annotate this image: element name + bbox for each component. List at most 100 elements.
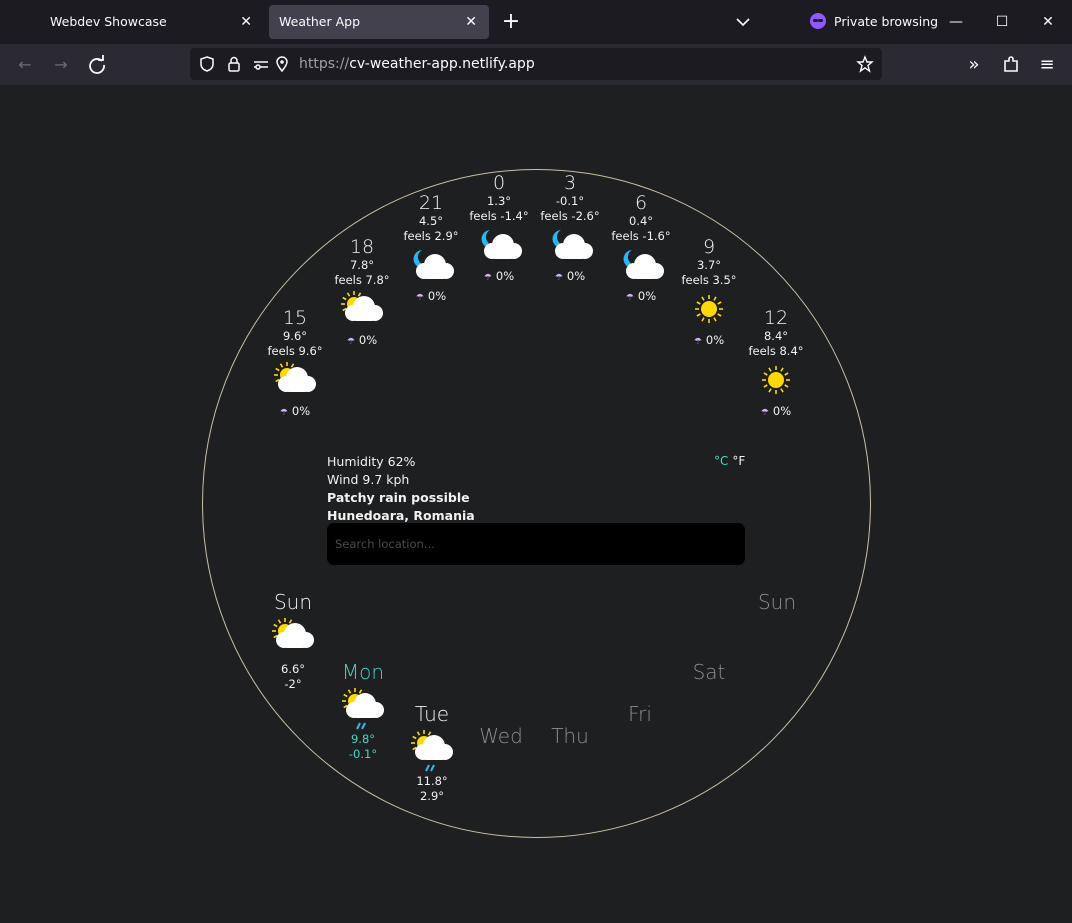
bookmark-star-icon[interactable] [856,55,874,73]
extensions-icon[interactable] [998,52,1024,78]
url-text[interactable]: https://cv-weather-app.netlify.app [299,48,535,80]
umbrella-icon: ☂ [415,293,424,303]
hour-temp: 8.4° [763,329,789,343]
day-item-thu-4[interactable]: Thu [530,724,610,748]
close-tab-icon[interactable]: ✕ [240,5,252,39]
hourly-item-0: 0 1.3° feels -1.4° ☂ 0% [459,172,539,283]
lock-icon[interactable] [225,55,243,73]
rain-chance: ☂ 0% [279,404,311,418]
day-item-mon-1[interactable]: Mon 9.8° -0.1° [323,660,403,762]
hour-temp: 0.4° [628,214,654,228]
partly-cloudy-night-icon [408,247,454,283]
current-conditions: Humidity 62% Wind 9.7 kph Patchy rain po… [327,453,475,525]
hour-label: 12 [763,307,789,329]
tab-title: Weather App [279,14,361,29]
hour-feels-like: feels -2.6° [540,209,600,223]
forward-button[interactable]: → [48,52,74,78]
day-item-sun-7[interactable]: Sun [737,590,817,614]
rain-chance: ☂ 0% [346,333,378,347]
private-browsing-indicator: Private browsing [810,13,938,29]
day-label: Sun [757,590,797,614]
hour-feels-like: feels -1.4° [469,209,529,223]
umbrella-icon: ☂ [693,337,702,347]
hour-feels-like: feels 7.8° [334,273,390,287]
back-button[interactable]: ← [12,52,38,78]
day-item-fri-5[interactable]: Fri [600,702,680,726]
condition-text: Patchy rain possible [327,490,470,505]
unit-toggle: °C °F [714,454,745,468]
new-tab-button[interactable]: + [498,5,524,39]
sun-icon [686,291,732,327]
tab-weather-app[interactable]: Weather App ✕ [269,5,489,39]
hour-temp: 7.8° [349,258,375,272]
hour-feels-like: feels 3.5° [681,273,737,287]
tab-webdev-showcase[interactable]: Webdev Showcase ✕ [40,5,264,39]
chevron-down-icon[interactable] [733,12,753,32]
day-label: Wed [479,724,523,748]
sun-icon [753,362,799,398]
humidity-text: Humidity 62% [327,454,416,469]
partly-cloudy-rain-icon [409,730,455,774]
tab-bar: Webdev Showcase ✕ Weather App ✕ + Privat… [0,0,1072,44]
address-bar[interactable]: https://cv-weather-app.netlify.app [190,48,882,80]
day-item-tue-2[interactable]: Tue 11.8° 2.9° [392,702,472,804]
private-browsing-label: Private browsing [834,13,939,29]
overflow-chevrons-icon[interactable]: » [961,52,987,78]
rain-chance: ☂ 0% [760,404,792,418]
umbrella-icon: ☂ [554,273,563,283]
hour-label: 18 [349,236,375,258]
minimize-button[interactable]: — [944,10,968,34]
umbrella-icon: ☂ [279,408,288,418]
hour-feels-like: feels 8.4° [748,344,804,358]
partly-cloudy-rain-icon [340,688,386,732]
menu-icon[interactable]: ≡ [1034,52,1060,78]
search-input[interactable] [327,523,745,565]
day-item-sat-6[interactable]: Sat [669,660,749,684]
weather-app: 15 9.6° feels 9.6° ☂ 0% 18 7.8° feels 7.8° ☂ 0% 21… [0,85,1072,923]
url-host: cv-weather-app.netlify.app [349,56,535,72]
day-label: Fri [628,702,652,726]
hourly-item-12: 12 8.4° feels 8.4° ☂ 0% [736,307,816,418]
partly-cloudy-day-icon [270,618,316,662]
navigation-bar: ← → https://cv-weather-app.netlify.app »… [0,44,1072,85]
wind-text: Wind 9.7 kph [327,472,410,487]
day-item-wed-3[interactable]: Wed [461,724,541,748]
partly-cloudy-day-icon [272,362,318,398]
day-max-temp: 6.6° [280,662,306,676]
permissions-icon[interactable] [252,55,270,73]
day-label: Thu [551,724,589,748]
partly-cloudy-night-icon [476,227,522,263]
private-mask-icon [810,13,826,29]
rain-chance: ☂ 0% [483,269,515,283]
hour-temp: -0.1° [555,194,585,208]
location-pin-icon[interactable] [273,55,291,73]
close-tab-icon[interactable]: ✕ [465,5,477,39]
hourly-item-3: 3 -0.1° feels -2.6° ☂ 0% [530,172,610,283]
umbrella-icon: ☂ [625,293,634,303]
partly-cloudy-night-icon [547,227,593,263]
shield-icon[interactable] [198,55,216,73]
umbrella-icon: ☂ [346,337,355,347]
hour-label: 9 [702,236,716,258]
rain-chance: ☂ 0% [554,269,586,283]
fahrenheit-toggle[interactable]: °F [732,454,745,468]
hour-temp: 3.7° [696,258,722,272]
reload-icon[interactable] [84,52,110,78]
hourly-item-18: 18 7.8° feels 7.8° ☂ 0% [322,236,402,347]
hour-temp: 1.3° [486,194,512,208]
day-label: Sat [692,660,726,684]
day-max-temp: 11.8° [416,774,448,788]
hour-label: 0 [492,172,506,194]
url-protocol: https:// [299,56,350,72]
day-item-sun-0[interactable]: Sun 6.6° -2° [253,590,333,692]
tab-title: Webdev Showcase [50,14,167,29]
rain-chance: ☂ 0% [415,289,447,303]
maximize-button[interactable]: ☐ [990,10,1014,34]
umbrella-icon: ☂ [760,408,769,418]
hour-label: 6 [634,192,648,214]
day-max-temp: 9.8° [350,732,376,746]
day-min-temp: -2° [284,677,302,691]
hour-label: 3 [563,172,577,194]
close-window-button[interactable]: ✕ [1036,10,1060,34]
celsius-toggle[interactable]: °C [714,454,728,468]
